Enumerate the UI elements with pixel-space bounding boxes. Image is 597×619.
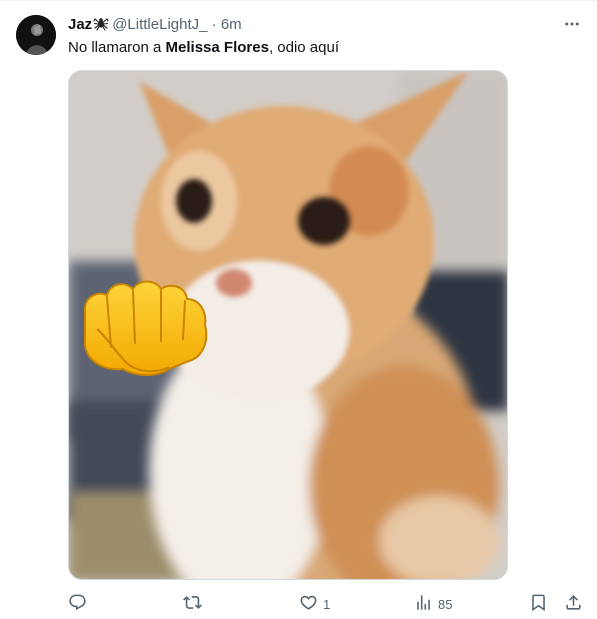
tweet-text-start: No llamaron a — [68, 39, 166, 56]
tweet-text-end: , odio aquí — [268, 39, 339, 56]
more-options-icon[interactable] — [561, 13, 583, 35]
bookmark-icon — [529, 593, 548, 615]
cat-with-fist-emoji-icon — [69, 71, 507, 579]
reply-icon — [68, 593, 87, 615]
bookmark-button[interactable] — [529, 593, 548, 615]
share-button[interactable] — [564, 593, 583, 615]
reply-button[interactable] — [68, 593, 92, 615]
tweet-actions: 1 85 — [68, 593, 585, 615]
timestamp[interactable]: 6m — [221, 16, 242, 33]
avatar[interactable] — [16, 15, 56, 55]
views-button[interactable]: 85 — [414, 593, 452, 615]
analytics-icon — [414, 593, 433, 615]
tweet-header: Jaz @LittleLightJ_ · 6m — [68, 15, 242, 37]
separator-dot: · — [211, 16, 217, 33]
like-count: 1 — [323, 596, 331, 612]
share-icon — [564, 593, 583, 615]
tweet-media-image[interactable] — [68, 70, 508, 580]
views-count: 85 — [438, 596, 453, 612]
user-handle[interactable]: @LittleLightJ_ — [112, 16, 207, 33]
heart-icon — [299, 593, 318, 615]
retweet-icon — [183, 593, 202, 615]
tweet-text: No llamaron a Melissa Flores, odio aquí — [68, 38, 339, 58]
tweet[interactable]: Jaz @LittleLightJ_ · 6m No llamaron a Me… — [0, 0, 597, 619]
display-name[interactable]: Jaz — [68, 16, 92, 33]
tweet-text-mention: Melissa Flores — [165, 39, 269, 56]
like-button[interactable]: 1 — [299, 593, 330, 615]
spider-emoji-icon — [93, 15, 109, 37]
retweet-button[interactable] — [183, 593, 207, 615]
